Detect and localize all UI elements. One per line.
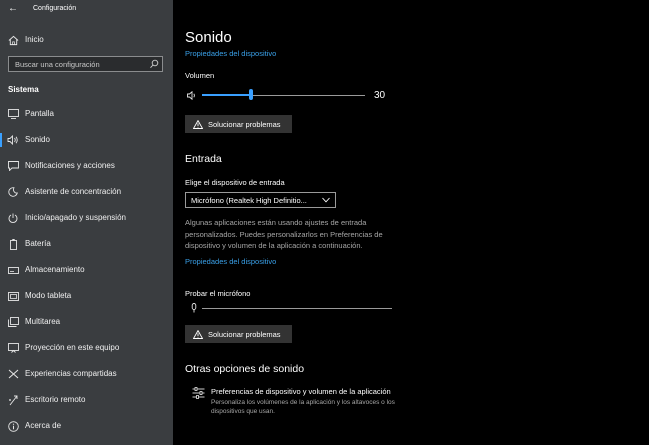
sidebar-item-label: Notificaciones y acciones [25,161,115,170]
search-input[interactable] [9,57,149,71]
sidebar-item-label: Asistente de concentración [25,187,122,196]
search-icon[interactable] [149,59,159,69]
tablet-icon [7,290,19,302]
projection-icon [7,342,19,354]
speaker-volume-icon[interactable] [187,91,197,100]
search-field[interactable] [8,56,163,72]
troubleshoot-output-button[interactable]: Solucionar problemas [185,115,292,133]
input-device-value: Micrófono (Realtek High Definitio... [191,195,307,205]
storage-icon [7,264,19,276]
sidebar: ← Configuración Inicio Sistema Pantalla … [0,0,173,445]
app-prefs-title: Preferencias de dispositivo y volumen de… [211,387,391,396]
input-heading: Entrada [185,153,222,165]
volume-value: 30 [374,90,386,101]
app-title: Configuración [33,5,77,12]
remote-icon [7,394,19,406]
sidebar-item-label: Escritorio remoto [25,395,86,404]
sidebar-item-label: Inicio [25,35,44,44]
title-bar: ← Configuración [0,0,173,20]
sliders-icon [192,387,205,399]
troubleshoot-label: Solucionar problemas [208,329,281,339]
main-content: Sonido Propiedades del dispositivo Volum… [173,0,649,445]
chevron-down-icon [322,197,330,203]
sidebar-item-notificaciones[interactable]: Notificaciones y acciones [0,156,173,176]
sidebar-item-pantalla[interactable]: Pantalla [0,104,173,124]
sidebar-item-multitarea[interactable]: Multitarea [0,312,173,332]
sidebar-item-label: Pantalla [25,109,54,118]
sidebar-item-label: Experiencias compartidas [25,369,117,378]
sidebar-item-proyeccion[interactable]: Proyección en este equipo [0,338,173,358]
sidebar-item-label: Acerca de [25,421,62,430]
sidebar-item-label: Multitarea [25,317,61,326]
sidebar-item-concentracion[interactable]: Asistente de concentración [0,182,173,202]
sidebar-item-almacenamiento[interactable]: Almacenamiento [0,260,173,280]
input-note: Algunas aplicaciones están usando ajuste… [185,218,383,250]
sidebar-item-modo-tableta[interactable]: Modo tableta [0,286,173,306]
test-microphone-label: Probar el micrófono [185,289,251,298]
device-properties-link[interactable]: Propiedades del dispositivo [185,49,276,58]
multitask-icon [7,316,19,328]
power-icon [7,212,19,224]
section-title: Sistema [8,85,39,94]
warning-icon [193,119,203,129]
microphone-icon [191,303,197,313]
sidebar-item-inicio-apagado[interactable]: Inicio/apagado y suspensión [0,208,173,228]
sidebar-item-label: Sonido [25,135,50,144]
sidebar-item-label: Batería [25,239,51,248]
app-prefs-description: Personaliza los volúmenes de la aplicaci… [211,399,395,415]
other-options-heading: Otras opciones de sonido [185,363,305,375]
volume-slider-fill [202,94,251,96]
volume-slider-thumb[interactable] [248,89,253,100]
app-volume-preferences[interactable]: Preferencias de dispositivo y volumen de… [185,386,425,418]
home-icon [7,34,19,46]
sidebar-item-label: Almacenamiento [25,265,85,274]
input-device-properties-link[interactable]: Propiedades del dispositivo [185,257,276,266]
page-title: Sonido [185,29,232,46]
sidebar-item-experiencias[interactable]: Experiencias compartidas [0,364,173,384]
moon-icon [7,186,19,198]
troubleshoot-input-button[interactable]: Solucionar problemas [185,325,292,343]
sidebar-item-home[interactable]: Inicio [0,30,173,50]
sidebar-item-acerca-de[interactable]: Acerca de [0,416,173,436]
volume-label: Volumen [185,71,215,80]
sidebar-item-label: Modo tableta [25,291,72,300]
shared-icon [7,368,19,380]
troubleshoot-label: Solucionar problemas [208,119,281,129]
input-device-dropdown[interactable]: Micrófono (Realtek High Definitio... [185,192,336,208]
warning-icon [193,329,203,339]
microphone-level-meter [202,308,392,309]
input-device-label: Elige el dispositivo de entrada [185,178,285,187]
speaker-icon [7,134,19,146]
monitor-icon [7,108,19,120]
battery-icon [7,238,19,250]
sidebar-item-escritorio-remoto[interactable]: Escritorio remoto [0,390,173,410]
info-icon [7,420,19,432]
notification-icon [7,160,19,172]
back-arrow-icon[interactable]: ← [8,3,18,15]
sidebar-item-label: Inicio/apagado y suspensión [25,213,126,222]
sidebar-item-bateria[interactable]: Batería [0,234,173,254]
sidebar-item-sonido[interactable]: Sonido [0,130,173,150]
sidebar-item-label: Proyección en este equipo [25,343,120,352]
